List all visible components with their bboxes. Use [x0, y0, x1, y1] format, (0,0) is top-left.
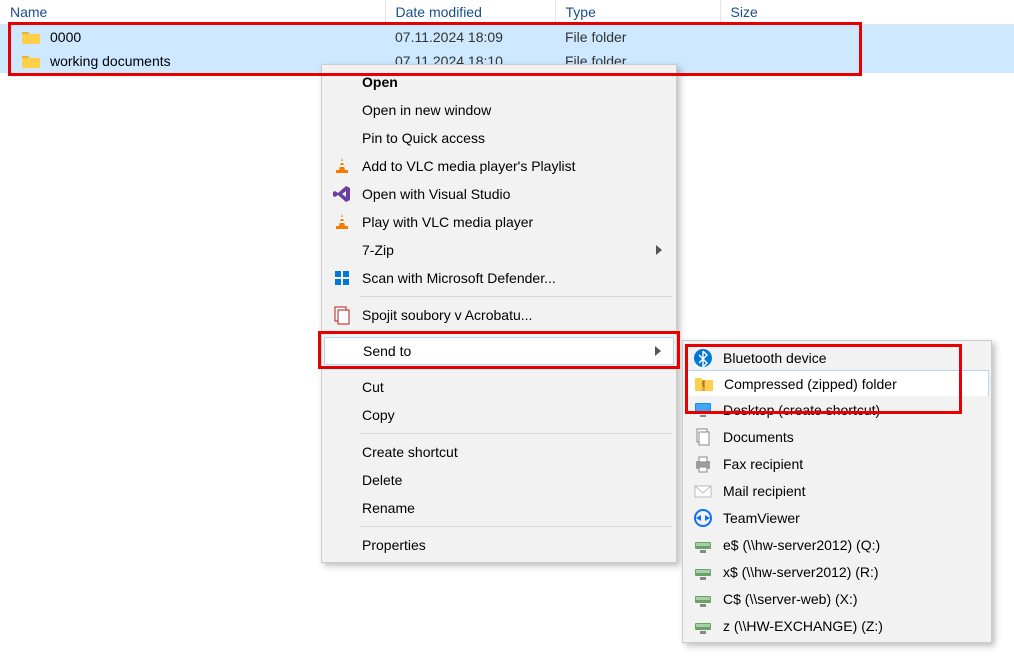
network-drive-icon [693, 535, 713, 555]
file-list: Name Date modified Type Size 0000 07.11.… [0, 0, 1014, 73]
menu-separator [360, 333, 672, 334]
submenu-compressed-zip[interactable]: Compressed (zipped) folder [685, 370, 989, 397]
menu-separator [360, 433, 672, 434]
menu-cut[interactable]: Cut [324, 373, 674, 401]
visual-studio-icon [332, 184, 352, 204]
folder-icon [22, 30, 40, 44]
menu-open[interactable]: Open [324, 68, 674, 96]
desktop-icon [693, 400, 713, 420]
submenu-fax[interactable]: Fax recipient [685, 450, 989, 477]
menu-delete[interactable]: Delete [324, 466, 674, 494]
menu-vlc-add-playlist[interactable]: Add to VLC media player's Playlist [324, 152, 674, 180]
submenu-label: Documents [723, 429, 794, 445]
column-size[interactable]: Size [720, 0, 1014, 25]
file-name: working documents [50, 53, 171, 69]
menu-properties[interactable]: Properties [324, 531, 674, 559]
column-name[interactable]: Name [0, 0, 385, 25]
menu-acrobat-merge[interactable]: Spojit soubory v Acrobatu... [324, 301, 674, 329]
column-header-row: Name Date modified Type Size [0, 0, 1014, 25]
submenu-drive-x[interactable]: C$ (\\server-web) (X:) [685, 585, 989, 612]
menu-create-shortcut[interactable]: Create shortcut [324, 438, 674, 466]
menu-separator [360, 296, 672, 297]
menu-separator [360, 368, 672, 369]
menu-open-new-window[interactable]: Open in new window [324, 96, 674, 124]
submenu-mail[interactable]: Mail recipient [685, 477, 989, 504]
network-drive-icon [693, 562, 713, 582]
vlc-icon [332, 156, 352, 176]
menu-copy[interactable]: Copy [324, 401, 674, 429]
menu-pin-quick-access[interactable]: Pin to Quick access [324, 124, 674, 152]
teamviewer-icon [693, 508, 713, 528]
folder-icon [22, 54, 40, 68]
submenu-bluetooth[interactable]: Bluetooth device [685, 344, 989, 371]
defender-icon [332, 268, 352, 288]
context-menu: Open Open in new window Pin to Quick acc… [321, 64, 677, 563]
column-date-modified[interactable]: Date modified [385, 0, 555, 25]
file-name: 0000 [50, 29, 81, 45]
submenu-label: Fax recipient [723, 456, 803, 472]
submenu-label: Bluetooth device [723, 350, 827, 366]
submenu-documents[interactable]: Documents [685, 423, 989, 450]
submenu-teamviewer[interactable]: TeamViewer [685, 504, 989, 531]
mail-icon [693, 481, 713, 501]
fax-icon [693, 454, 713, 474]
zip-folder-icon [694, 374, 714, 394]
submenu-label: Desktop (create shortcut) [723, 402, 880, 418]
sendto-submenu: Bluetooth device Compressed (zipped) fol… [682, 340, 992, 643]
vlc-icon [332, 212, 352, 232]
file-row[interactable]: 0000 07.11.2024 18:09 File folder [0, 25, 1014, 50]
menu-separator [360, 526, 672, 527]
submenu-label: Mail recipient [723, 483, 805, 499]
submenu-drive-r[interactable]: x$ (\\hw-server2012) (R:) [685, 558, 989, 585]
menu-vlc-play[interactable]: Play with VLC media player [324, 208, 674, 236]
column-type[interactable]: Type [555, 0, 720, 25]
submenu-desktop-shortcut[interactable]: Desktop (create shortcut) [685, 396, 989, 423]
file-date: 07.11.2024 18:09 [385, 25, 555, 50]
submenu-drive-z[interactable]: z (\\HW-EXCHANGE) (Z:) [685, 612, 989, 639]
submenu-label: TeamViewer [723, 510, 800, 526]
submenu-label: x$ (\\hw-server2012) (R:) [723, 564, 879, 580]
submenu-label: C$ (\\server-web) (X:) [723, 591, 858, 607]
submenu-label: Compressed (zipped) folder [724, 376, 897, 392]
menu-7zip[interactable]: 7-Zip [324, 236, 674, 264]
submenu-label: z (\\HW-EXCHANGE) (Z:) [723, 618, 883, 634]
submenu-label: e$ (\\hw-server2012) (Q:) [723, 537, 880, 553]
documents-icon [693, 427, 713, 447]
submenu-drive-q[interactable]: e$ (\\hw-server2012) (Q:) [685, 531, 989, 558]
menu-scan-defender[interactable]: Scan with Microsoft Defender... [324, 264, 674, 292]
menu-open-visual-studio[interactable]: Open with Visual Studio [324, 180, 674, 208]
acrobat-icon [332, 305, 352, 325]
file-type: File folder [555, 25, 720, 50]
network-drive-icon [693, 589, 713, 609]
network-drive-icon [693, 616, 713, 636]
menu-send-to[interactable]: Send to [324, 337, 674, 365]
bluetooth-icon [693, 348, 713, 368]
menu-rename[interactable]: Rename [324, 494, 674, 522]
